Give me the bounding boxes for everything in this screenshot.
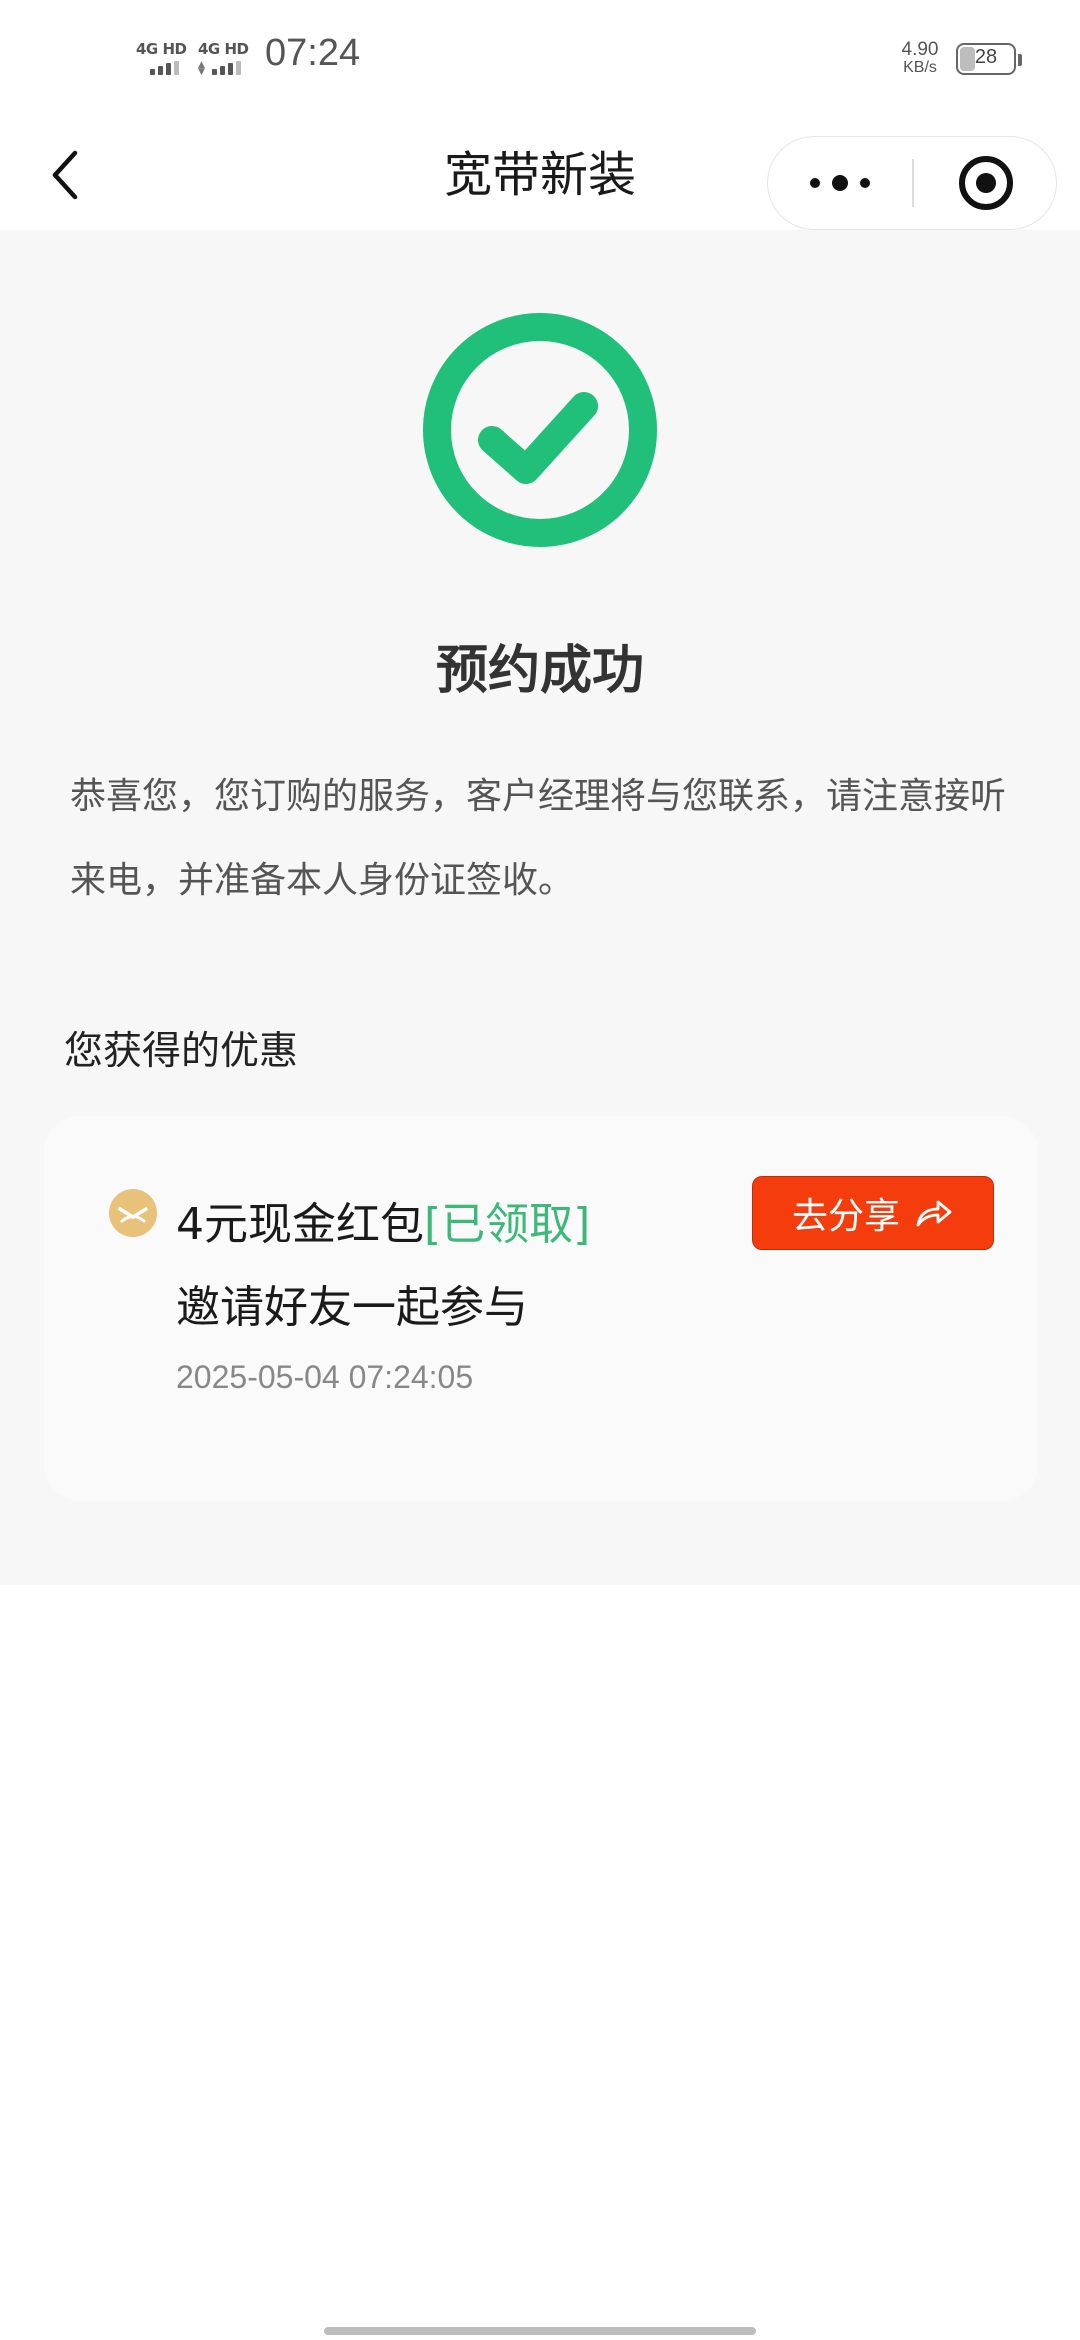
page-title: 宽带新装 [443,147,636,203]
sim2-network-type: 4G HD [198,40,249,58]
home-indicator[interactable] [324,2327,756,2335]
close-button[interactable] [914,137,1058,228]
share-arrow-icon [916,1200,952,1227]
success-check-icon [420,310,660,550]
coupon-name: 4元现金红包 [176,1199,424,1250]
coupon-time: 2025-05-04 07:24:05 [176,1359,474,1395]
red-packet-icon [108,1188,158,1238]
coupon-status: [已领取] [424,1199,591,1250]
status-bar: 4G HD 4G HD ▲ ▼ 07:24 4.90 KB/s 28 [0,0,1080,120]
mini-program-capsule [767,136,1057,230]
network-speed-value: 4.90 [901,39,939,60]
network-speed: 4.90 KB/s [890,40,950,76]
nav-bar: 宽带新装 [0,120,1080,230]
network-speed-unit: KB/s [903,59,937,76]
battery-level: 28 [974,46,998,68]
sim1-network-type: 4G HD [136,40,187,58]
result-title: 预约成功 [435,641,644,701]
more-button[interactable] [768,137,912,228]
sim1-signal-icon: 4G HD [136,40,192,80]
share-button[interactable]: 去分享 [752,1176,994,1250]
coupon-subtitle: 邀请好友一起参与 [176,1282,528,1333]
target-close-icon [959,155,1013,210]
chevron-left-icon [52,150,78,200]
coupon-card: 4元现金红包[已领取] 邀请好友一起参与 2025-05-04 07:24:05… [44,1116,1038,1501]
benefits-section-title: 您获得的优惠 [64,1029,299,1074]
coupon-name-line: 4元现金红包[已领取] [176,1188,590,1252]
share-button-label: 去分享 [791,1196,900,1237]
battery-icon: 28 [956,43,1022,75]
result-description: 恭喜您，您订购的服务，客户经理将与您联系，请注意接听来电，并准备本人身份证签收。 [70,776,1007,901]
status-time: 07:24 [265,32,361,74]
back-button[interactable] [30,140,100,210]
more-dots-icon [810,174,870,191]
sim2-signal-icon: 4G HD ▲ ▼ [198,40,249,77]
